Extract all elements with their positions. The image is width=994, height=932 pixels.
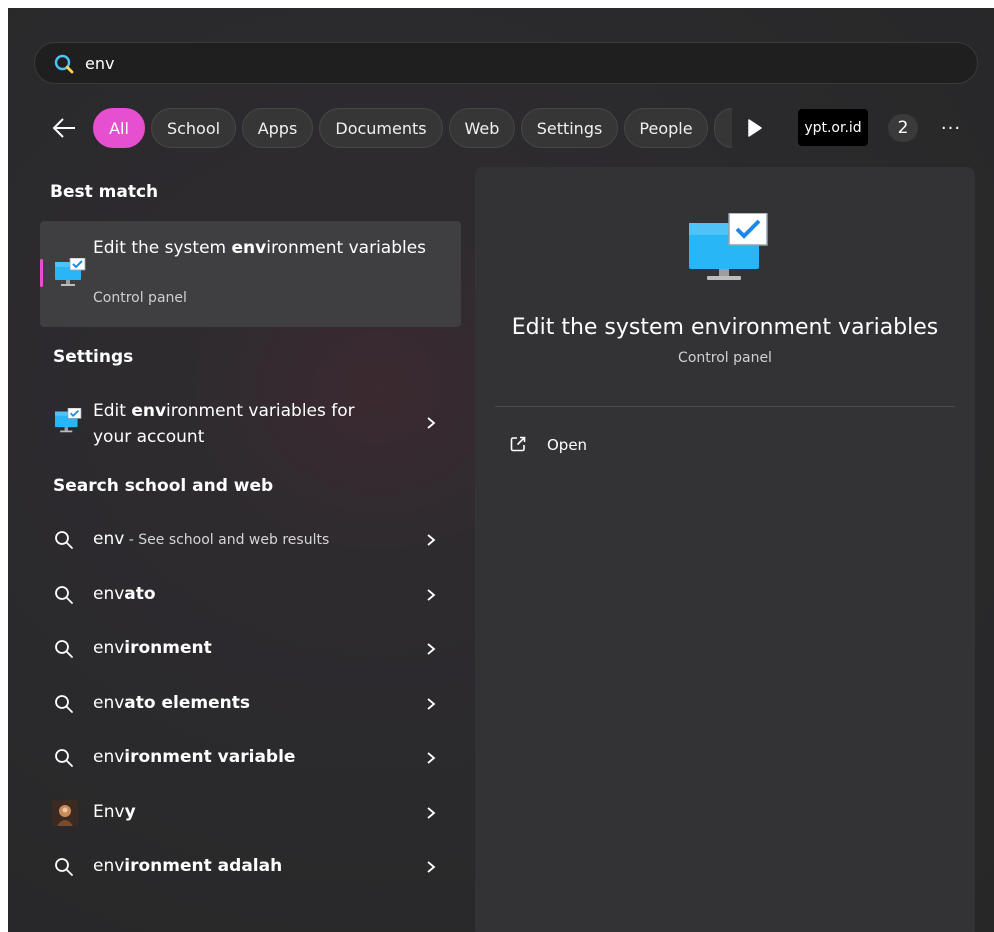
preview-title: Edit the system environment variables bbox=[511, 315, 939, 340]
settings-result-env-vars[interactable]: Edit environment variables for your acco… bbox=[40, 394, 461, 452]
best-match-title: Edit the system environment variables bbox=[93, 238, 427, 258]
search-icon bbox=[54, 54, 74, 74]
web-result-label: Envy bbox=[93, 802, 136, 822]
more-options-icon[interactable]: ··· bbox=[938, 116, 964, 140]
preview-subtitle: Control panel bbox=[678, 350, 772, 366]
best-match-header: Best match bbox=[50, 182, 159, 202]
tab-overflow[interactable] bbox=[714, 108, 732, 148]
control-panel-monitor-icon bbox=[55, 258, 86, 286]
web-result-item[interactable]: environment variable bbox=[40, 738, 461, 778]
web-result-item[interactable]: envato elements bbox=[40, 684, 461, 724]
tab-apps[interactable]: Apps bbox=[242, 108, 313, 148]
open-label: Open bbox=[547, 436, 588, 454]
chevron-right-icon bbox=[427, 861, 436, 873]
best-match-result[interactable]: Edit the system environment variables Co… bbox=[40, 221, 461, 327]
web-result-item[interactable]: environment adalah bbox=[40, 847, 461, 887]
chevron-right-icon bbox=[427, 589, 436, 601]
web-result-label: envato elements bbox=[93, 693, 250, 713]
tab-people[interactable]: People bbox=[624, 108, 708, 148]
open-action[interactable]: Open bbox=[509, 431, 649, 459]
divider bbox=[495, 406, 955, 407]
tab-all[interactable]: All bbox=[93, 108, 145, 148]
search-icon bbox=[55, 749, 73, 767]
chevron-right-icon bbox=[427, 698, 436, 710]
notification-count-badge[interactable]: 2 bbox=[888, 114, 918, 142]
chevron-right-icon bbox=[427, 643, 436, 655]
open-external-icon bbox=[510, 436, 526, 452]
search-icon bbox=[55, 858, 73, 876]
play-icon[interactable] bbox=[743, 117, 765, 139]
org-account-badge[interactable]: ypt.or.id bbox=[798, 109, 868, 146]
search-icon bbox=[55, 586, 73, 604]
search-icon bbox=[55, 531, 73, 549]
tab-school[interactable]: School bbox=[151, 108, 236, 148]
back-arrow-icon[interactable] bbox=[50, 116, 78, 140]
filter-bar: All School Apps Documents Web Settings P… bbox=[8, 108, 994, 148]
selection-indicator bbox=[40, 259, 43, 287]
web-result-label: environment adalah bbox=[93, 856, 283, 876]
web-result-item[interactable]: envato bbox=[40, 575, 461, 615]
search-web-header: Search school and web bbox=[53, 476, 274, 496]
tab-web[interactable]: Web bbox=[449, 108, 515, 148]
settings-result-label: Edit environment variables for your acco… bbox=[93, 401, 355, 447]
chevron-right-icon bbox=[427, 807, 436, 819]
tab-settings[interactable]: Settings bbox=[521, 108, 618, 148]
control-panel-monitor-icon bbox=[689, 213, 768, 280]
search-icon bbox=[55, 640, 73, 658]
web-result-label: environment bbox=[93, 638, 212, 658]
settings-monitor-icon bbox=[55, 408, 82, 433]
chevron-right-icon bbox=[427, 417, 436, 429]
web-result-label: env - See school and web results bbox=[93, 529, 330, 549]
web-result-label: envato bbox=[93, 584, 156, 604]
web-result-item[interactable]: Envy bbox=[40, 793, 461, 833]
search-icon bbox=[55, 695, 73, 713]
chevron-right-icon bbox=[427, 534, 436, 546]
tab-documents[interactable]: Documents bbox=[319, 108, 443, 148]
web-result-item[interactable]: environment bbox=[40, 629, 461, 669]
web-result-label: environment variable bbox=[93, 747, 296, 767]
chevron-right-icon bbox=[427, 752, 436, 764]
search-box[interactable] bbox=[34, 42, 978, 84]
web-result-item[interactable]: env - See school and web results bbox=[40, 520, 461, 560]
preview-pane: Edit the system environment variables Co… bbox=[475, 167, 975, 932]
start-search-panel: All School Apps Documents Web Settings P… bbox=[8, 8, 994, 932]
settings-header: Settings bbox=[53, 347, 134, 367]
app-thumbnail-icon bbox=[52, 800, 78, 826]
best-match-subtitle: Control panel bbox=[93, 290, 187, 306]
search-input[interactable] bbox=[85, 49, 945, 77]
